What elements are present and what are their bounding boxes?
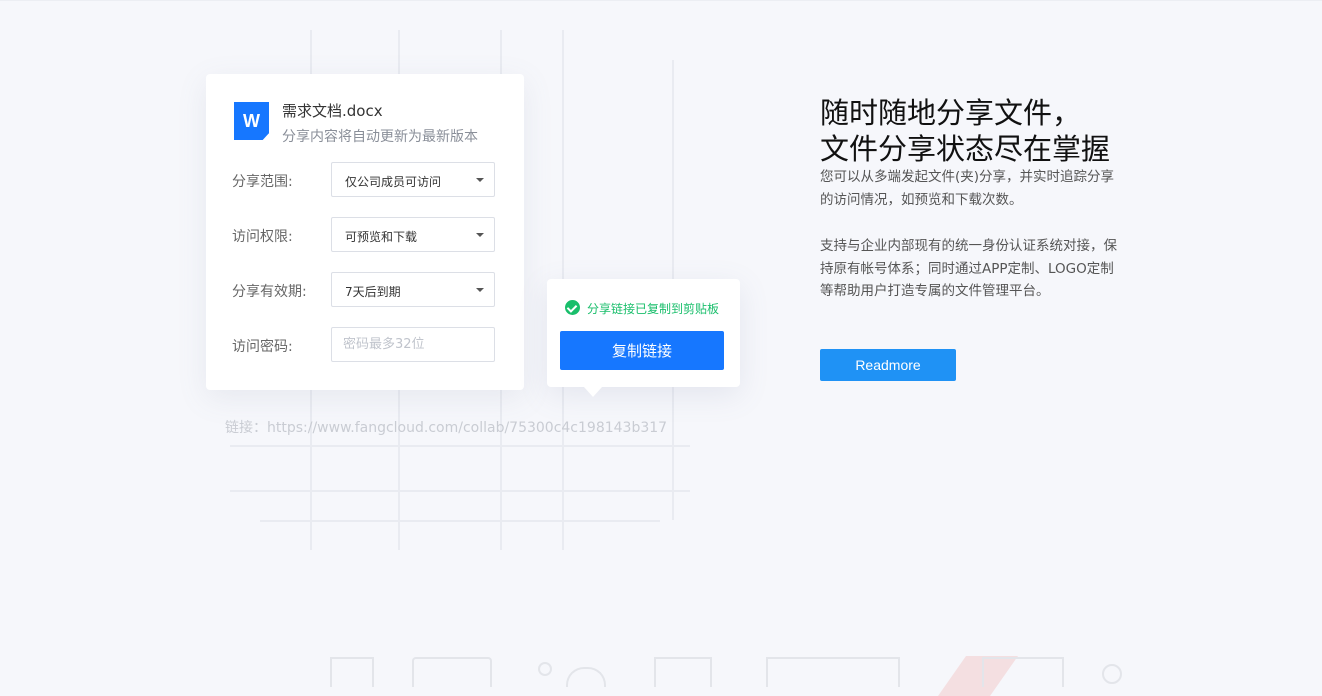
share-validity-label: 分享有效期: [232,284,307,300]
copy-link-popover: 分享链接已复制到剪贴板 复制链接 [547,279,740,397]
access-permission-select[interactable]: 可预览和下载 [331,217,495,252]
headline-line-1: 随时随地分享文件， [820,96,1082,130]
share-scope-label: 分享范围: [232,174,293,190]
share-validity-row: 分享有效期: 7天后到期 [232,272,496,308]
share-validity-select[interactable]: 7天后到期 [331,272,495,307]
headline-line-2: 文件分享状态尽在掌握 [820,132,1111,166]
share-validity-value: 7天后到期 [345,285,401,299]
document-name: 需求文档.docx [282,102,383,120]
readmore-button[interactable]: Readmore [820,349,956,381]
access-password-row: 访问密码: [232,327,496,363]
caret-down-icon [476,288,484,292]
access-permission-row: 访问权限: 可预览和下载 [232,217,496,253]
check-circle-icon [565,300,580,315]
copy-link-button[interactable]: 复制链接 [560,331,724,370]
access-permission-value: 可预览和下载 [345,230,418,244]
word-doc-icon: W [234,102,269,140]
document-subtitle: 分享内容将自动更新为最新版本 [282,129,478,145]
feature-description-1: 您可以从多端发起文件(夹)分享，并实时追踪分享的访问情况，如预览和下载次数。 [820,169,1115,208]
share-scope-row: 分享范围: 仅公司成员可访问 [232,162,496,198]
feature-description-2: 支持与企业内部现有的统一身份认证系统对接，保持原有帐号体系；同时通过APP定制、… [820,238,1117,299]
caret-down-icon [476,178,484,182]
share-settings-card: W 需求文档.docx 分享内容将自动更新为最新版本 分享范围: 仅公司成员可访… [206,74,524,390]
access-password-field[interactable] [331,327,495,362]
caret-down-icon [476,233,484,237]
access-password-label: 访问密码: [232,339,293,355]
feature-headline: 随时随地分享文件， 文件分享状态尽在掌握 [820,95,1110,167]
top-divider [0,0,1322,1]
share-scope-select[interactable]: 仅公司成员可访问 [331,162,495,197]
copied-status-text: 分享链接已复制到剪贴板 [587,302,720,316]
access-permission-label: 访问权限: [232,229,293,245]
share-scope-value: 仅公司成员可访问 [345,175,442,189]
share-link-text: 链接：https://www.fangcloud.com/collab/7530… [225,420,668,436]
popover-arrow [584,387,602,397]
access-password-input[interactable] [332,328,494,361]
